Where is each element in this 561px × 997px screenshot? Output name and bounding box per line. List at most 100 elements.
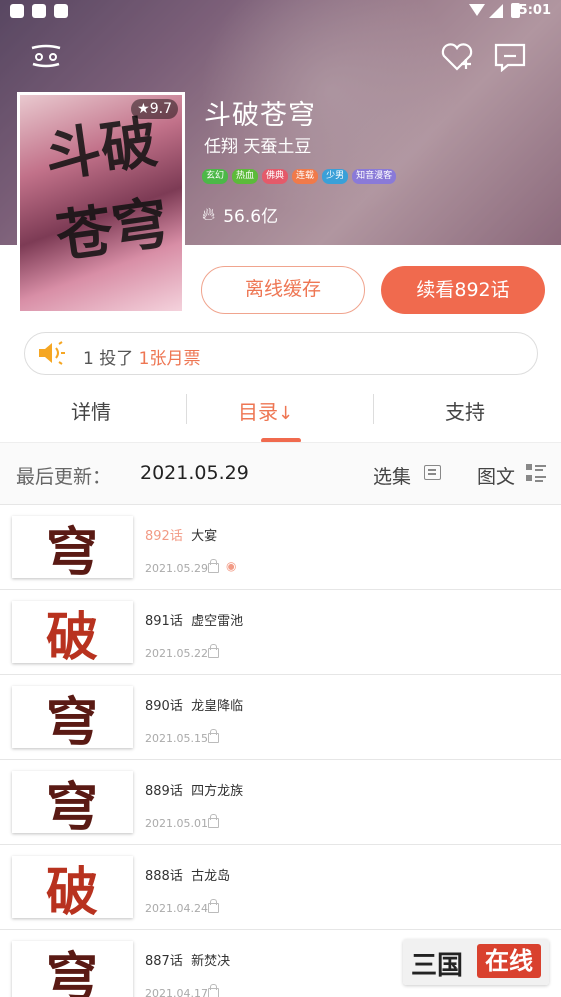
last-update-date: 2021.05.29 xyxy=(140,462,249,484)
lock-icon xyxy=(208,899,219,913)
chapter-name: 四方龙族 xyxy=(191,784,244,799)
lock-icon xyxy=(208,984,219,997)
tag-list: 玄幻 热血 佛典 连载 少男 知音漫客 xyxy=(202,169,397,184)
tag-badge[interactable]: 知音漫客 xyxy=(352,169,397,184)
chapter-number: 889话 xyxy=(145,784,183,799)
chapter-row[interactable]: 破 888话 古龙岛 2021.04.24 xyxy=(0,845,561,930)
notification-icon xyxy=(32,4,46,18)
offline-cache-button[interactable]: 离线缓存 xyxy=(201,266,365,314)
rating-badge: ★9.7 xyxy=(131,99,178,119)
favorite-add-icon[interactable] xyxy=(441,42,475,76)
chapter-name: 古龙岛 xyxy=(191,869,231,884)
list-icon[interactable] xyxy=(424,465,441,480)
tab-divider xyxy=(373,394,374,424)
chapter-number: 891话 xyxy=(145,614,183,629)
heat-value: 56.6亿 xyxy=(223,207,279,227)
chapter-title: 889话 四方龙族 xyxy=(145,780,243,799)
tab-details[interactable]: 详情 xyxy=(71,396,111,425)
chapter-date: 2021.05.22 xyxy=(145,647,208,660)
chapter-thumbnail: 穹 xyxy=(12,686,133,748)
tab-divider xyxy=(186,394,187,424)
select-chapters-button[interactable]: 选集 xyxy=(373,462,411,489)
tab-bar: 详情 目录↓ 支持 xyxy=(0,390,561,443)
tab-catalog[interactable]: 目录↓ xyxy=(238,396,293,425)
continue-reading-button[interactable]: 续看892话 xyxy=(381,266,545,314)
view-mode-button[interactable]: 图文 xyxy=(477,462,515,489)
chapter-title: 887话 新焚决 xyxy=(145,950,230,969)
thumbnail-art: 穹 xyxy=(46,777,99,833)
chapter-number: 890话 xyxy=(145,699,183,714)
vote-verb: 投了 xyxy=(99,349,134,369)
monthly-ticket-bar[interactable]: 1 投了 1张月票 xyxy=(24,332,538,375)
comment-icon[interactable] xyxy=(493,42,527,76)
comic-authors: 任翔 天蚕土豆 xyxy=(204,137,312,157)
chapter-name: 大宴 xyxy=(191,529,218,544)
watermark-left: 三国 xyxy=(411,951,464,981)
chapter-thumbnail: 破 xyxy=(12,856,133,918)
chapter-title: 891话 虚空雷池 xyxy=(145,610,243,629)
chapter-date: 2021.05.01 xyxy=(145,817,208,830)
chapter-row[interactable]: 穹 892话 大宴 2021.05.29 ◉ xyxy=(0,505,561,590)
heat-count: 🔥︎ 56.6亿 xyxy=(202,202,278,227)
chapter-name: 虚空雷池 xyxy=(191,614,244,629)
flame-icon: 🔥︎ xyxy=(202,204,216,225)
vote-count: 1 xyxy=(83,349,94,369)
chapter-row[interactable]: 破 891话 虚空雷池 2021.05.22 xyxy=(0,590,561,675)
chapter-title: 888话 古龙岛 xyxy=(145,865,230,884)
comic-title: 斗破苍穹 xyxy=(204,100,316,131)
chapter-title: 892话 大宴 xyxy=(145,525,217,544)
vote-highlight: 1张月票 xyxy=(138,349,201,369)
chapter-thumbnail: 穹 xyxy=(12,771,133,833)
vote-text: 1 投了 1张月票 xyxy=(83,344,200,369)
notification-icon xyxy=(54,4,68,18)
speaker-icon xyxy=(37,340,67,372)
chapter-row[interactable]: 穹 890话 龙皇降临 2021.05.15 xyxy=(0,675,561,760)
tab-support[interactable]: 支持 xyxy=(445,396,485,425)
thumbnail-art: 穹 xyxy=(46,692,99,748)
chapter-title: 890话 龙皇降临 xyxy=(145,695,243,714)
grid-list-icon[interactable] xyxy=(526,464,546,482)
signal-icon xyxy=(489,4,503,18)
chapter-name: 龙皇降临 xyxy=(191,699,244,714)
chapter-thumbnail: 破 xyxy=(12,601,133,663)
watermark-logo: 三国 在线 xyxy=(403,939,549,985)
chapter-row[interactable]: 穹 889话 四方龙族 2021.05.01 xyxy=(0,760,561,845)
chapter-date: 2021.04.17 xyxy=(145,987,208,997)
rating-value: 9.7 xyxy=(149,101,172,117)
tag-badge[interactable]: 热血 xyxy=(232,169,259,184)
lock-icon xyxy=(208,644,219,658)
tab-catalog-label: 目录 xyxy=(238,400,278,424)
notification-icon xyxy=(10,4,24,18)
star-icon: ★ xyxy=(137,101,150,117)
thumbnail-art: 破 xyxy=(46,607,99,663)
chapter-number: 892话 xyxy=(145,529,183,544)
status-time: 5:01 xyxy=(518,3,551,18)
chapter-thumbnail: 穹 xyxy=(12,941,133,997)
tag-badge[interactable]: 佛典 xyxy=(262,169,289,184)
chapter-name: 新焚决 xyxy=(191,954,231,969)
last-update-label: 最后更新： xyxy=(16,466,112,488)
cover-title-art: 斗破苍穹 xyxy=(41,109,173,271)
chapter-number: 888话 xyxy=(145,869,183,884)
chapter-date: 2021.04.24 xyxy=(145,902,208,915)
wifi-icon xyxy=(469,4,485,16)
lock-icon xyxy=(208,729,219,743)
tag-badge[interactable]: 玄幻 xyxy=(202,169,229,184)
lock-icon xyxy=(208,559,219,573)
thumbnail-art: 破 xyxy=(46,862,99,918)
tag-badge[interactable]: 连载 xyxy=(292,169,319,184)
chapter-date: 2021.05.29 xyxy=(145,562,208,575)
eye-icon: ◉ xyxy=(226,559,237,573)
chapter-thumbnail: 穹 xyxy=(12,516,133,578)
sort-icon[interactable]: ↓ xyxy=(278,403,293,424)
watermark-right: 在线 xyxy=(477,944,541,978)
comic-cover[interactable]: 斗破苍穹 ★9.7 xyxy=(17,92,185,314)
back-icon[interactable] xyxy=(30,44,62,72)
chapter-date: 2021.05.15 xyxy=(145,732,208,745)
chapter-number: 887话 xyxy=(145,954,183,969)
thumbnail-art: 穹 xyxy=(46,947,99,997)
thumbnail-art: 穹 xyxy=(46,522,99,578)
update-bar: 最后更新： 2021.05.29 选集 图文 xyxy=(0,443,561,505)
tag-badge[interactable]: 少男 xyxy=(322,169,349,184)
status-bar: 5:01 xyxy=(0,0,561,24)
